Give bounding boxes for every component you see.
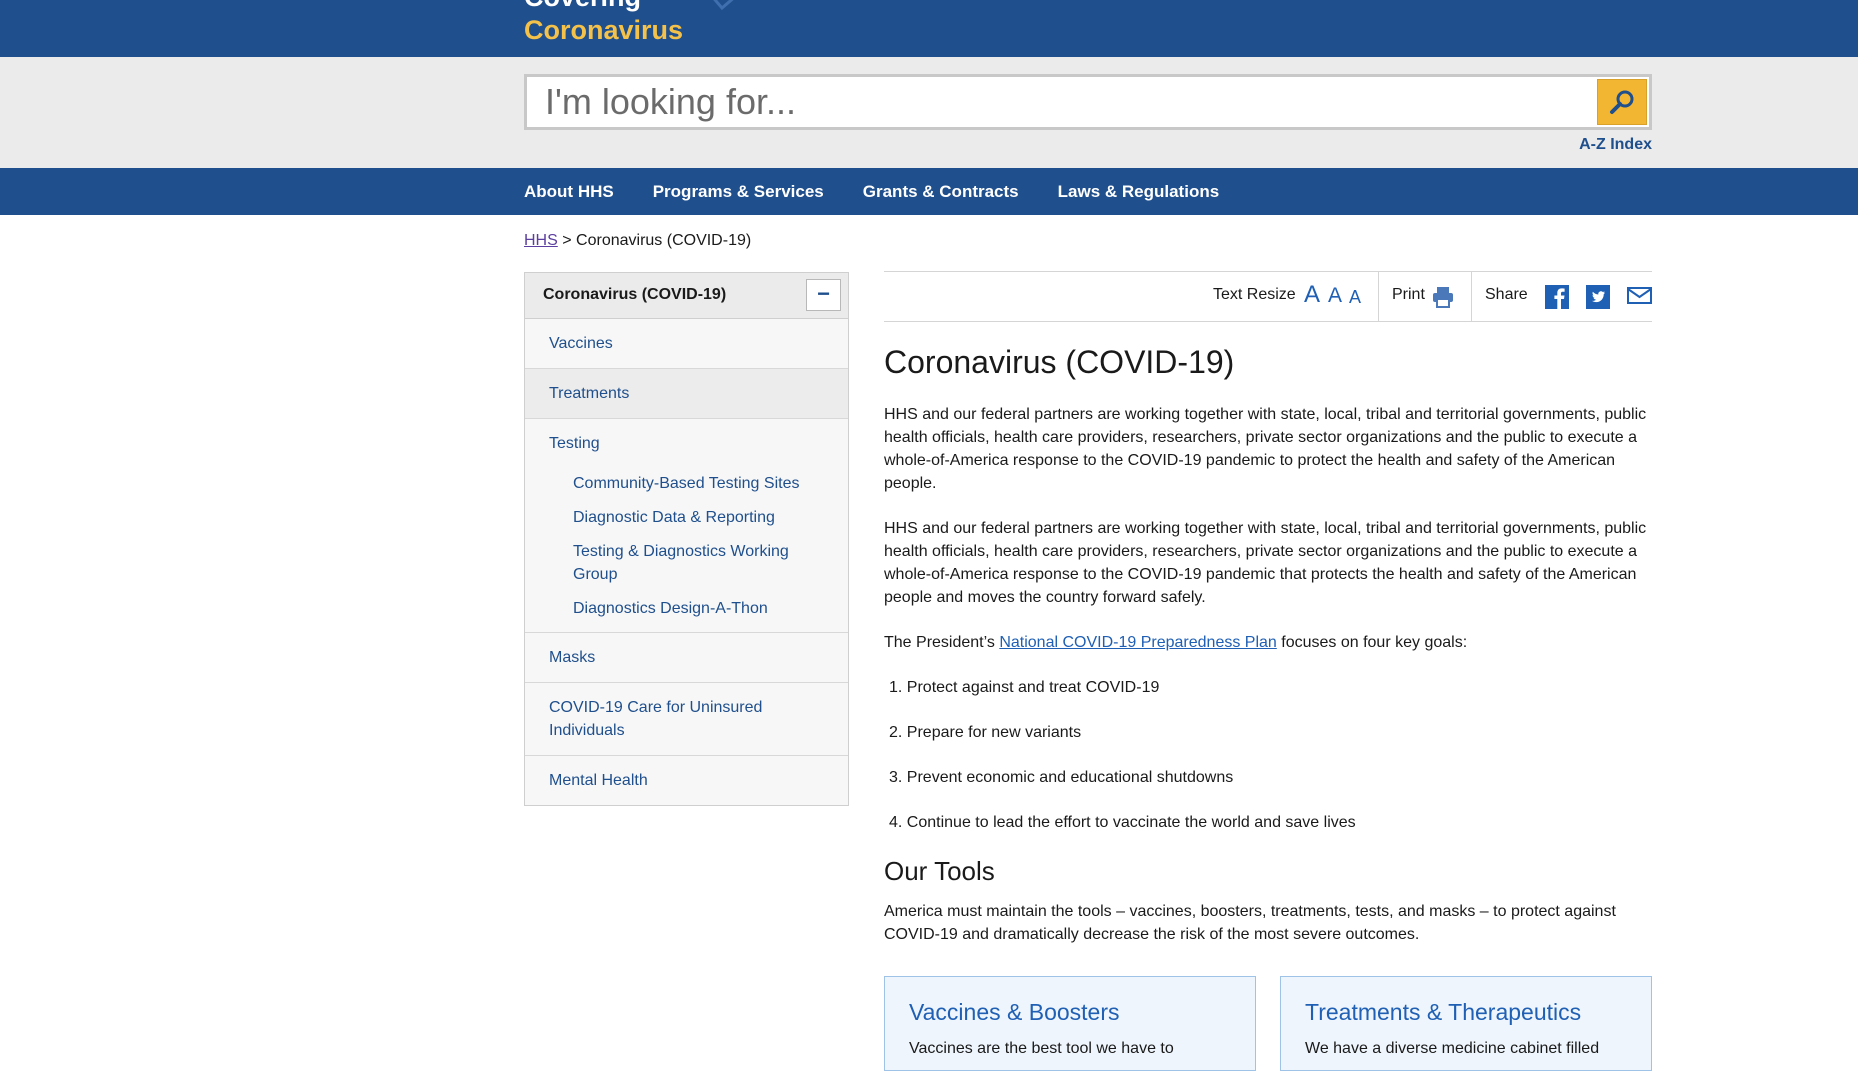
goals-list: 1. Protect against and treat COVID-19 2.… <box>884 676 1652 834</box>
main-content: Coronavirus (COVID-19) HHS and our feder… <box>884 344 1652 968</box>
sidebar-item-vaccines[interactable]: Vaccines <box>525 319 848 369</box>
plan-text-after: focuses on four key goals: <box>1276 634 1468 651</box>
plan-paragraph: The President’s National COVID-19 Prepar… <box>884 631 1652 654</box>
text-resize-label: Text Resize <box>1213 286 1296 303</box>
sidebar-subitem-working-group[interactable]: Testing & Diagnostics Working Group <box>525 535 848 592</box>
print-icon[interactable] <box>1432 286 1454 308</box>
page-tools-bar: Text Resize A A A Print Share <box>884 271 1652 322</box>
goal-item: 3. Prevent economic and educational shut… <box>889 769 1234 786</box>
page-title: Coronavirus (COVID-19) <box>884 344 1235 380</box>
section-sidebar: Coronavirus (COVID-19) − Vaccines Treatm… <box>524 272 849 806</box>
print-label[interactable]: Print <box>1392 286 1425 304</box>
preparedness-plan-link[interactable]: National COVID-19 Preparedness Plan <box>999 634 1276 651</box>
search-icon <box>1610 90 1634 114</box>
text-size-small-button[interactable]: A <box>1349 287 1361 308</box>
breadcrumb-home-link[interactable]: HHS <box>524 232 558 249</box>
collapse-toggle-button[interactable]: − <box>806 279 841 311</box>
plan-text-before: The President’s <box>884 634 1000 651</box>
site-title-link[interactable]: Coronavirus <box>524 15 683 46</box>
email-icon[interactable] <box>1627 286 1652 306</box>
search-box <box>524 74 1652 130</box>
toolbar-divider <box>1471 272 1472 321</box>
sidebar-item-uninsured-care[interactable]: COVID-19 Care for Uninsured Individuals <box>525 683 848 756</box>
breadcrumb-separator: > <box>562 232 572 249</box>
intro-paragraph-2: HHS and our federal partners are working… <box>884 520 1647 606</box>
goal-item: 1. Protect against and treat COVID-19 <box>889 679 1160 696</box>
intro-paragraph-1: HHS and our federal partners are working… <box>884 406 1647 492</box>
goal-item: 4. Continue to lead the effort to vaccin… <box>889 814 1356 831</box>
text-size-large-button[interactable]: A <box>1304 281 1320 309</box>
goal-item: 2. Prepare for new variants <box>889 724 1082 741</box>
sidebar-subitem-design-a-thon[interactable]: Diagnostics Design-A-Thon <box>525 592 848 626</box>
logo-mark-icon <box>713 0 734 11</box>
twitter-icon[interactable] <box>1586 285 1610 309</box>
nav-item-about[interactable]: About HHS <box>524 182 614 202</box>
card-text: We have a diverse medicine cabinet fille… <box>1305 1040 1600 1057</box>
main-nav: About HHS Programs & Services Grants & C… <box>0 168 1858 215</box>
breadcrumb: HHS > Coronavirus (COVID-19) <box>524 232 751 250</box>
card-vaccines[interactable]: Vaccines & Boosters Vaccines are the bes… <box>884 976 1256 1071</box>
nav-item-grants[interactable]: Grants & Contracts <box>863 182 1019 202</box>
breadcrumb-current: Coronavirus (COVID-19) <box>576 232 752 249</box>
sidebar-subitem-diagnostic-data[interactable]: Diagnostic Data & Reporting <box>525 501 848 535</box>
site-header: Covering Coronavirus <box>0 0 1858 57</box>
sidebar-item-masks[interactable]: Masks <box>525 633 848 683</box>
search-input[interactable] <box>527 77 1587 127</box>
nav-item-programs[interactable]: Programs & Services <box>653 182 824 202</box>
az-index-link[interactable]: A-Z Index <box>1579 136 1652 154</box>
site-title-partial: Covering <box>524 0 641 13</box>
facebook-icon[interactable] <box>1545 285 1569 309</box>
tools-heading: Our Tools <box>884 856 995 886</box>
sidebar-header: Coronavirus (COVID-19) − <box>525 273 848 319</box>
sidebar-item-mental-health[interactable]: Mental Health <box>525 756 848 805</box>
card-text: Vaccines are the best tool we have to <box>909 1040 1174 1057</box>
share-label: Share <box>1485 286 1528 303</box>
sidebar-subitem-community-testing[interactable]: Community-Based Testing Sites <box>525 467 848 501</box>
card-title[interactable]: Treatments & Therapeutics <box>1305 999 1627 1026</box>
card-treatments[interactable]: Treatments & Therapeutics We have a dive… <box>1280 976 1652 1071</box>
nav-item-laws[interactable]: Laws & Regulations <box>1058 182 1220 202</box>
tools-paragraph: America must maintain the tools – vaccin… <box>884 903 1616 943</box>
card-title[interactable]: Vaccines & Boosters <box>909 999 1231 1026</box>
sidebar-item-treatments[interactable]: Treatments <box>525 369 848 419</box>
text-size-medium-button[interactable]: A <box>1328 284 1342 308</box>
sidebar-item-testing[interactable]: Testing <box>525 419 848 467</box>
sidebar-group-testing: Testing Community-Based Testing Sites Di… <box>525 419 848 633</box>
search-band: A-Z Index <box>0 57 1858 168</box>
search-button[interactable] <box>1597 79 1647 125</box>
toolbar-divider <box>1378 272 1379 321</box>
sidebar-title[interactable]: Coronavirus (COVID-19) <box>543 286 726 304</box>
